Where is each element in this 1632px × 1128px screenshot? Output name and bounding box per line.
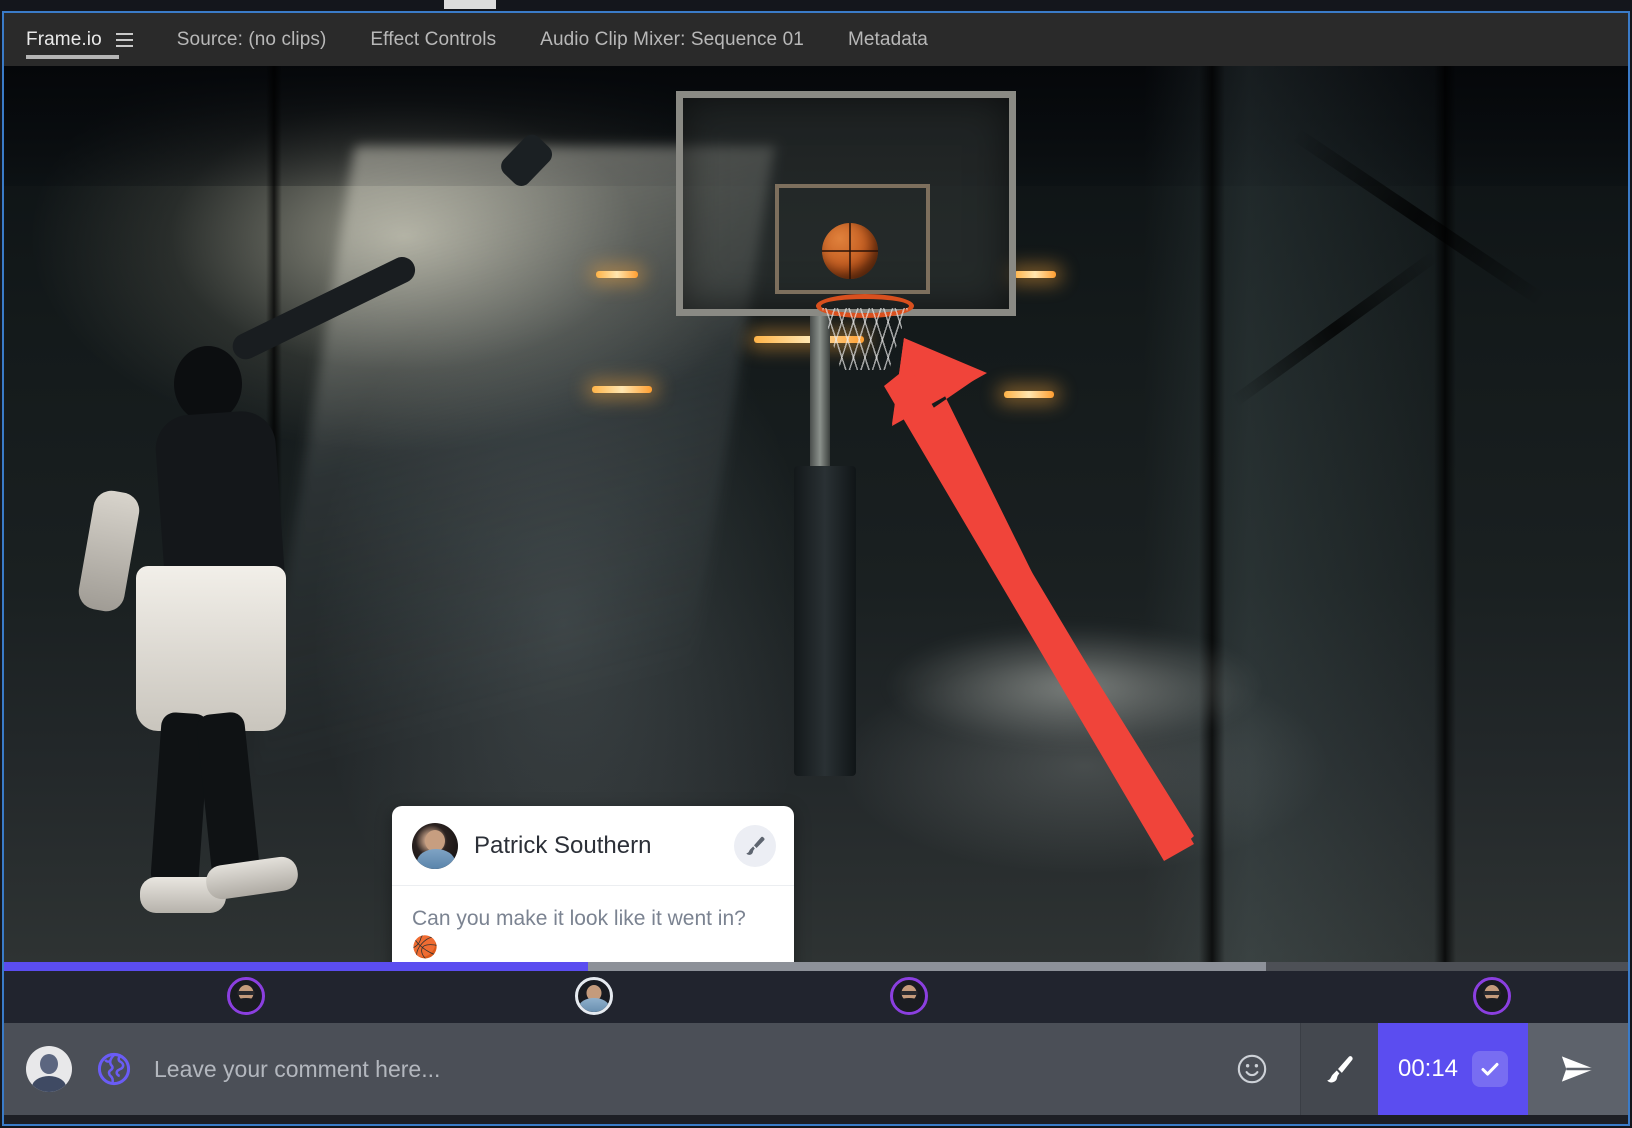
comment-marker-active[interactable] bbox=[575, 977, 613, 1015]
light-strip bbox=[1014, 271, 1056, 278]
comment-brush-icon[interactable] bbox=[734, 824, 776, 867]
panel-bottom-gap bbox=[4, 1115, 1628, 1126]
frameio-premiere-panel: Frame.io Source: (no clips) Effect Contr… bbox=[0, 0, 1632, 1128]
scene-backboard bbox=[676, 91, 1016, 316]
panel-tab-bar: Frame.io Source: (no clips) Effect Contr… bbox=[4, 13, 1628, 66]
scene-hoop-pole bbox=[810, 316, 830, 466]
video-scrubber[interactable] bbox=[4, 962, 1628, 971]
comment-popover-header: Patrick Southern bbox=[392, 806, 794, 886]
brush-icon bbox=[746, 836, 765, 855]
player-armsleeve bbox=[75, 487, 143, 615]
light-strip bbox=[1004, 391, 1054, 398]
tab-metadata[interactable]: Metadata bbox=[826, 13, 950, 66]
timecode-label: 00:14 bbox=[1397, 1055, 1459, 1082]
comment-popover[interactable]: Patrick Southern Can you make it look li… bbox=[392, 806, 794, 962]
avatar[interactable] bbox=[26, 1046, 72, 1092]
scene-basketball bbox=[822, 223, 878, 279]
comment-composer: 00:14 bbox=[4, 1023, 1628, 1115]
tab-active-underline bbox=[26, 55, 119, 59]
light-strip bbox=[592, 386, 652, 393]
comment-author-avatar bbox=[412, 822, 458, 869]
tab-effect-controls[interactable]: Effect Controls bbox=[348, 13, 518, 66]
player-head bbox=[174, 346, 242, 422]
globe-icon bbox=[97, 1052, 131, 1086]
check-icon bbox=[1481, 1062, 1499, 1076]
timecode-toggle-button[interactable]: 00:14 bbox=[1378, 1023, 1528, 1115]
scene-beam bbox=[1199, 66, 1225, 962]
globe-icon[interactable] bbox=[94, 1049, 134, 1089]
comment-author-name: Patrick Southern bbox=[474, 831, 652, 859]
comment-marker[interactable] bbox=[890, 977, 928, 1015]
scene-beam bbox=[1434, 66, 1456, 962]
player-leg bbox=[195, 710, 261, 881]
tab-frameio[interactable]: Frame.io bbox=[4, 13, 155, 66]
send-icon bbox=[1561, 1056, 1595, 1082]
light-strip bbox=[596, 271, 638, 278]
comment-marker[interactable] bbox=[227, 977, 265, 1015]
tab-metadata-label: Metadata bbox=[847, 28, 928, 50]
tab-frameio-label: Frame.io bbox=[26, 28, 102, 50]
video-viewer[interactable]: Patrick Southern Can you make it look li… bbox=[4, 66, 1628, 962]
composer-left-group bbox=[4, 1023, 134, 1115]
tab-audio-clip-mixer-label: Audio Clip Mixer: Sequence 01 bbox=[540, 28, 804, 50]
scrubber-buffer bbox=[588, 962, 1266, 971]
scene-player bbox=[64, 130, 557, 941]
scene-pole-padding bbox=[794, 466, 856, 776]
brush-icon bbox=[1326, 1056, 1353, 1083]
tab-effect-controls-label: Effect Controls bbox=[370, 28, 497, 50]
smiley-icon bbox=[1237, 1054, 1267, 1084]
annotate-button[interactable] bbox=[1300, 1023, 1378, 1115]
tab-source-label: Source: (no clips) bbox=[176, 28, 327, 50]
comment-marker[interactable] bbox=[1473, 977, 1511, 1015]
comment-marker-strip[interactable] bbox=[4, 971, 1628, 1023]
send-button[interactable] bbox=[1528, 1023, 1628, 1115]
floor-light-pool bbox=[884, 626, 1264, 746]
comment-input[interactable] bbox=[154, 1023, 1204, 1115]
tab-audio-clip-mixer[interactable]: Audio Clip Mixer: Sequence 01 bbox=[518, 13, 826, 66]
hamburger-icon[interactable] bbox=[115, 32, 133, 47]
tab-drag-handle[interactable] bbox=[444, 0, 496, 9]
comment-text: Can you make it look like it went in? 🏀 bbox=[412, 907, 746, 960]
emoji-button[interactable] bbox=[1204, 1023, 1300, 1115]
player-shorts bbox=[136, 566, 286, 731]
check-icon bbox=[1472, 1051, 1509, 1087]
scrubber-progress bbox=[4, 962, 588, 971]
tab-source[interactable]: Source: (no clips) bbox=[155, 13, 349, 66]
